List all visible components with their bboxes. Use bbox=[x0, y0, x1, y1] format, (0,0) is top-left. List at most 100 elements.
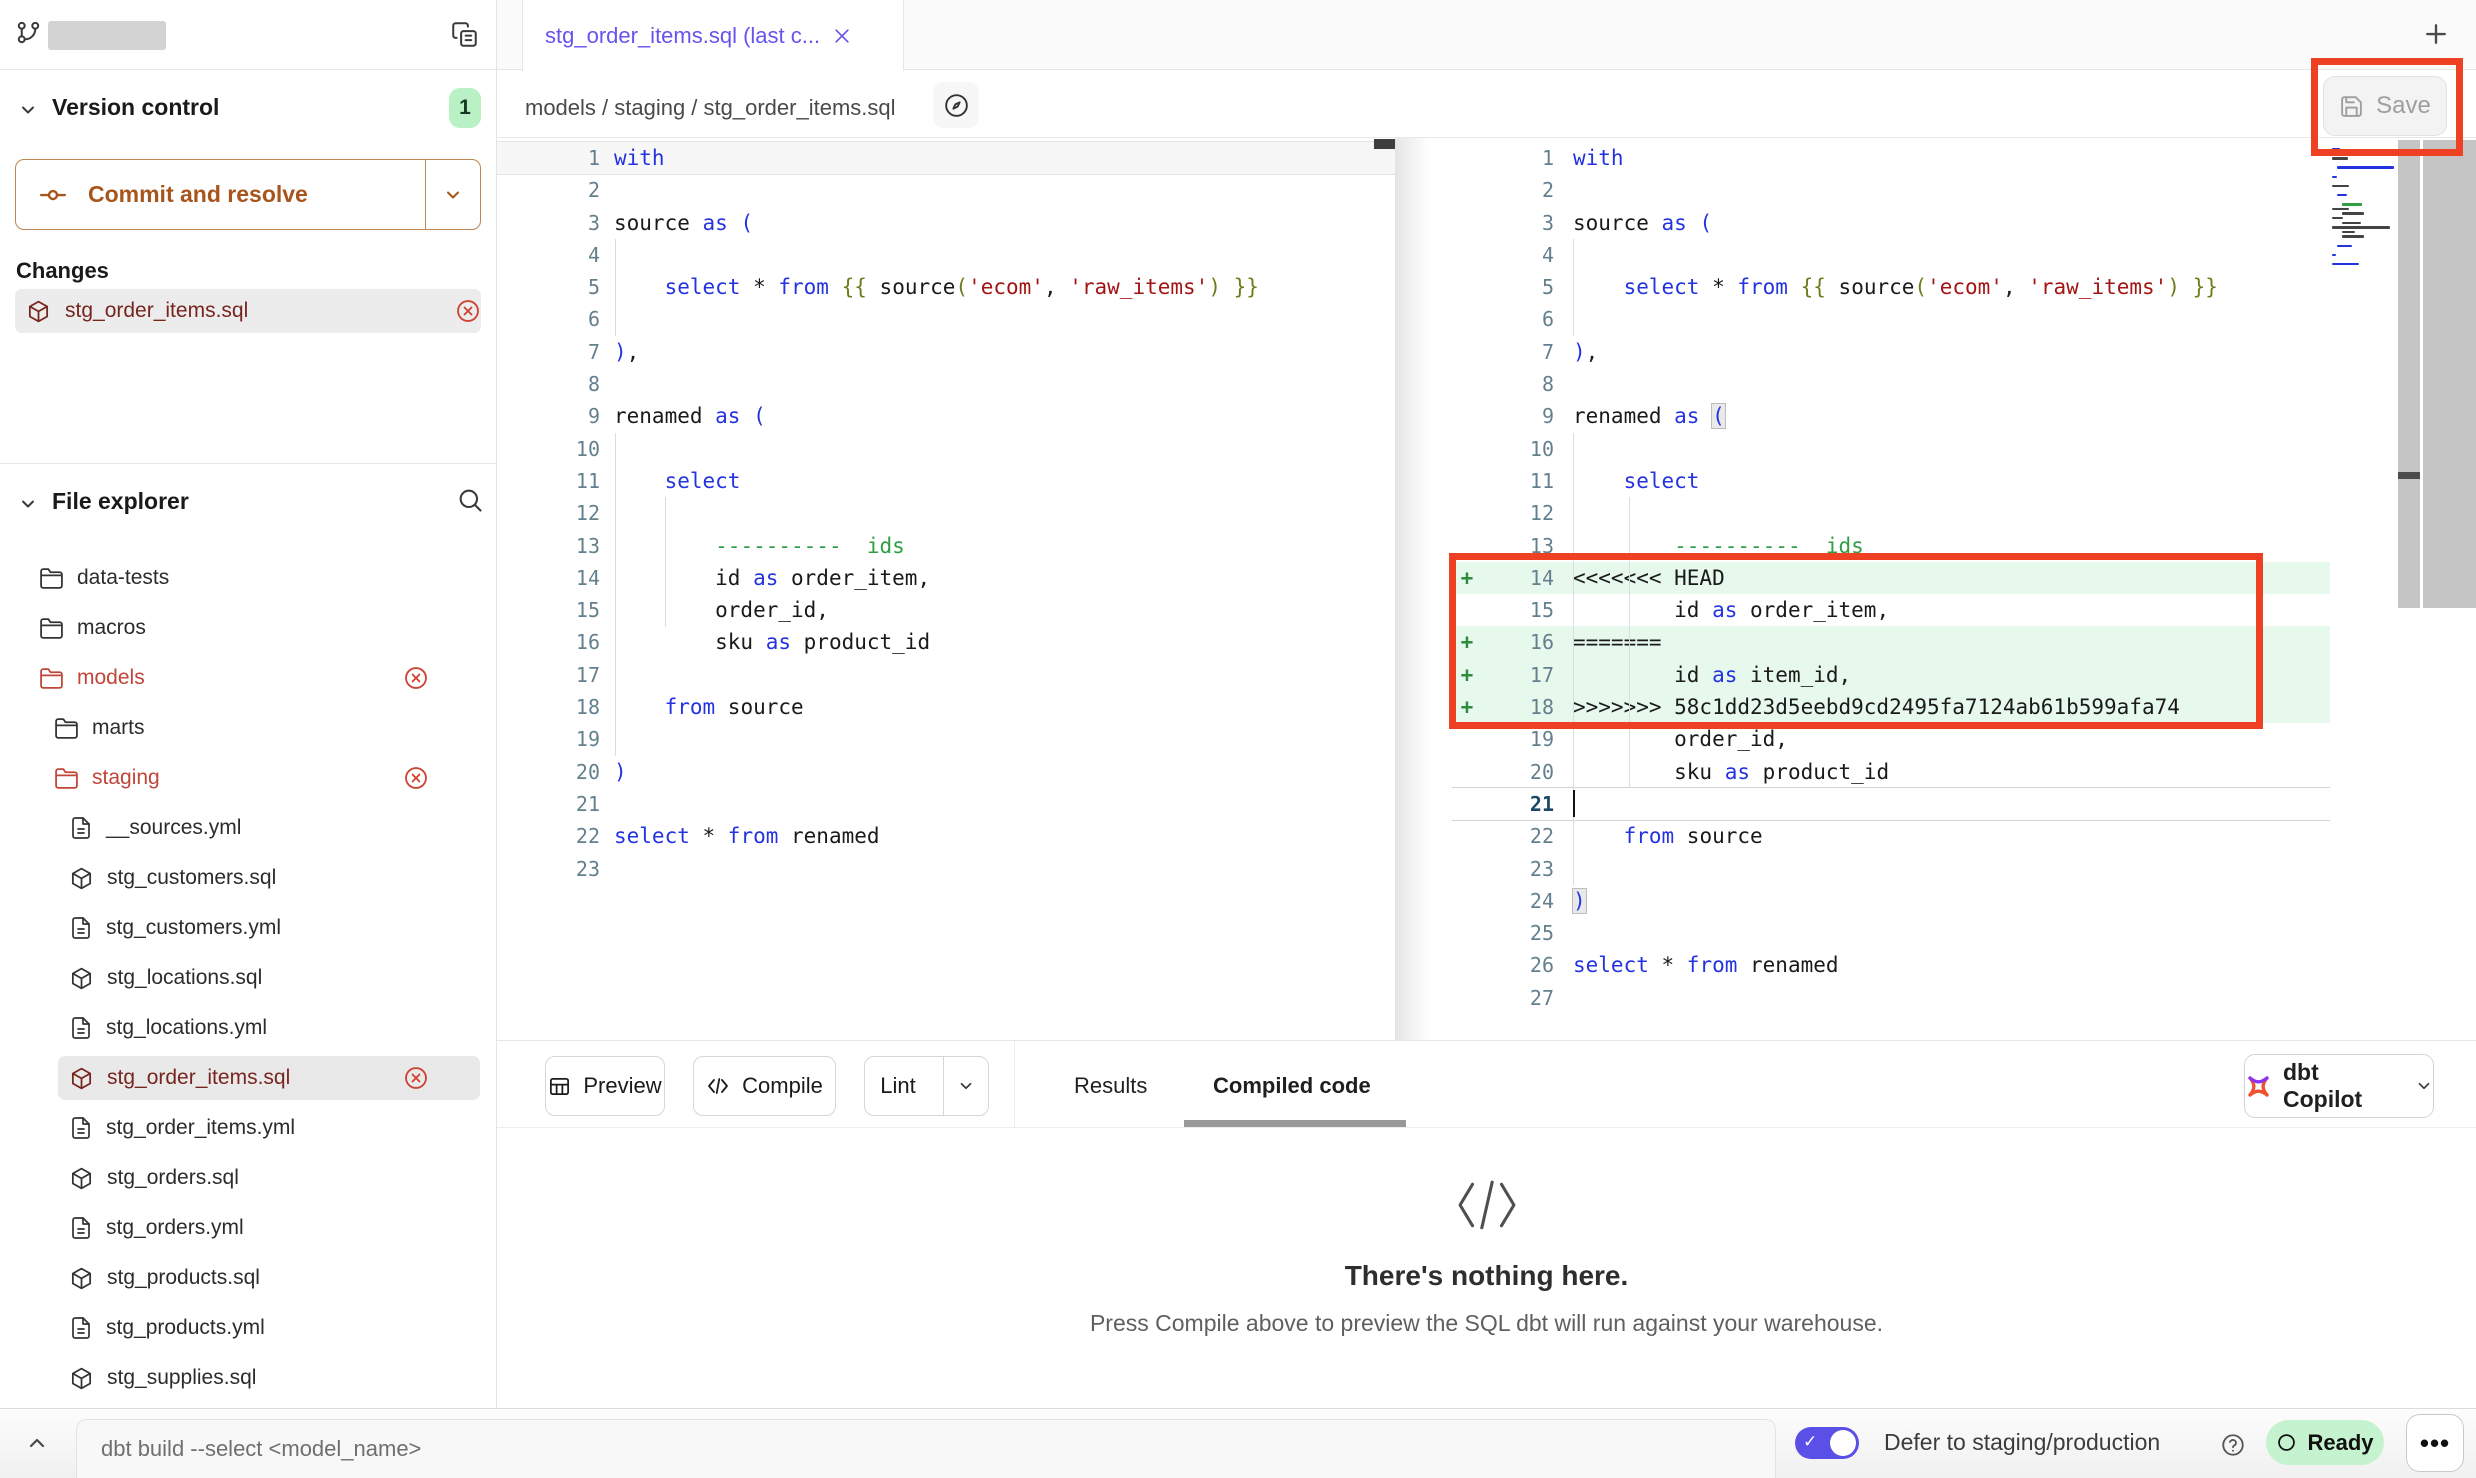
tab-results[interactable]: Results bbox=[1074, 1056, 1147, 1116]
code-line-3[interactable]: 3source as ( bbox=[497, 207, 1396, 239]
code-line-27[interactable]: 27 bbox=[1452, 982, 2330, 1014]
code-line-6[interactable]: 6 bbox=[497, 303, 1396, 335]
file-tree-item-stg-order-items-yml[interactable]: stg_order_items.yml bbox=[0, 1106, 497, 1150]
code-line-7[interactable]: 7), bbox=[497, 336, 1396, 368]
branch-name-placeholder[interactable] bbox=[48, 21, 166, 50]
file-tree-item-stg-locations-yml[interactable]: stg_locations.yml bbox=[0, 1006, 497, 1050]
code-line-21[interactable]: 21 bbox=[497, 788, 1396, 820]
code-line-7[interactable]: 7), bbox=[1452, 336, 2330, 368]
code-line-15[interactable]: 15 order_id, bbox=[497, 594, 1396, 626]
collapse-panel-icon[interactable] bbox=[14, 1420, 60, 1466]
code-line-11[interactable]: 11 select bbox=[497, 465, 1396, 497]
left-scrollbar-thumb[interactable] bbox=[1374, 139, 1395, 149]
chevron-down-icon[interactable] bbox=[18, 494, 38, 514]
discard-change-icon[interactable] bbox=[403, 1065, 429, 1091]
code-line-8[interactable]: 8 bbox=[497, 368, 1396, 400]
code-line-2[interactable]: 2 bbox=[1452, 174, 2330, 206]
code-line-1[interactable]: 1with bbox=[1452, 142, 2330, 174]
commit-and-resolve-button[interactable]: Commit and resolve bbox=[15, 159, 481, 230]
file-tree-item-stg-customers-sql[interactable]: stg_customers.sql bbox=[0, 856, 497, 900]
code-line-10[interactable]: 10 bbox=[497, 433, 1396, 465]
lint-button-group[interactable]: Lint bbox=[864, 1056, 989, 1116]
canvas-compass-button[interactable] bbox=[933, 82, 979, 128]
git-branch-icon[interactable] bbox=[15, 19, 42, 46]
code-line-12[interactable]: 12 bbox=[497, 497, 1396, 529]
dbt-copilot-button[interactable]: dbt Copilot bbox=[2244, 1054, 2434, 1118]
code-line-21[interactable]: 21 bbox=[1452, 788, 2330, 820]
changed-file-row[interactable]: stg_order_items.sql bbox=[15, 289, 481, 333]
code-line-6[interactable]: 6 bbox=[1452, 303, 2330, 335]
code-line-2[interactable]: 2 bbox=[497, 174, 1396, 206]
toolbar-separator bbox=[1014, 1041, 1015, 1127]
search-icon[interactable] bbox=[456, 486, 484, 514]
minimap[interactable] bbox=[2332, 148, 2394, 408]
file-tree-item-stg-orders-yml[interactable]: stg_orders.yml bbox=[0, 1206, 497, 1250]
code-line-26[interactable]: 26select * from renamed bbox=[1452, 949, 2330, 981]
lint-label[interactable]: Lint bbox=[865, 1073, 931, 1099]
code-line-4[interactable]: 4 bbox=[497, 239, 1396, 271]
code-line-22[interactable]: 22 from source bbox=[1452, 820, 2330, 852]
code-line-12[interactable]: 12 bbox=[1452, 497, 2330, 529]
tab-stg-order-items[interactable]: stg_order_items.sql (last c... bbox=[522, 0, 904, 71]
code-line-18[interactable]: 18 from source bbox=[497, 691, 1396, 723]
file-tree-item-stg-orders-sql[interactable]: stg_orders.sql bbox=[0, 1156, 497, 1200]
code-line-1[interactable]: 1with bbox=[497, 142, 1396, 174]
command-input[interactable]: dbt build --select <model_name> bbox=[76, 1419, 1776, 1478]
file-tree-item-stg-supplies-sql[interactable]: stg_supplies.sql bbox=[0, 1356, 497, 1400]
code-line-11[interactable]: 11 select bbox=[1452, 465, 2330, 497]
preview-button[interactable]: Preview bbox=[545, 1056, 665, 1116]
file-tree-item-data-tests[interactable]: data-tests bbox=[0, 556, 497, 600]
code-line-14[interactable]: 14 id as order_item, bbox=[497, 562, 1396, 594]
tab-close-icon[interactable] bbox=[832, 26, 852, 46]
file-tree-item-stg-customers-yml[interactable]: stg_customers.yml bbox=[0, 906, 497, 950]
discard-change-icon[interactable] bbox=[403, 665, 429, 691]
file-tree-item-staging[interactable]: staging bbox=[0, 756, 497, 800]
tab-compiled-code[interactable]: Compiled code bbox=[1213, 1056, 1371, 1116]
lint-options-dropdown[interactable] bbox=[943, 1057, 988, 1115]
code-line-16[interactable]: 16 sku as product_id bbox=[497, 626, 1396, 658]
scrollbar-thumb[interactable] bbox=[2398, 472, 2420, 479]
chevron-down-icon[interactable] bbox=[18, 100, 38, 120]
code-line-5[interactable]: 5 select * from {{ source('ecom', 'raw_i… bbox=[1452, 271, 2330, 303]
yml-icon bbox=[69, 816, 93, 840]
code-line-23[interactable]: 23 bbox=[497, 853, 1396, 885]
file-tree-item-stg-products-sql[interactable]: stg_products.sql bbox=[0, 1256, 497, 1300]
file-tree-item-models[interactable]: models bbox=[0, 656, 497, 700]
commit-options-dropdown[interactable] bbox=[425, 160, 480, 229]
more-options-button[interactable]: ••• bbox=[2406, 1414, 2464, 1472]
code-line-5[interactable]: 5 select * from {{ source('ecom', 'raw_i… bbox=[497, 271, 1396, 303]
defer-toggle[interactable]: ✓ bbox=[1795, 1427, 1859, 1459]
code-line-25[interactable]: 25 bbox=[1452, 917, 2330, 949]
file-tree-item-stg-order-items-sql[interactable]: stg_order_items.sql bbox=[0, 1056, 497, 1100]
editor-scrollbar[interactable] bbox=[2423, 140, 2476, 608]
code-line-8[interactable]: 8 bbox=[1452, 368, 2330, 400]
defer-label: Defer to staging/production bbox=[1884, 1429, 2160, 1456]
code-line-20[interactable]: 20 sku as product_id bbox=[1452, 756, 2330, 788]
discard-change-icon[interactable] bbox=[403, 765, 429, 791]
file-tree-item--sources-yml[interactable]: __sources.yml bbox=[0, 806, 497, 850]
file-tree-item-marts[interactable]: marts bbox=[0, 706, 497, 750]
editor-pane-left[interactable]: 1with23source as (45 select * from {{ so… bbox=[497, 138, 1396, 885]
file-tree-item-stg-locations-sql[interactable]: stg_locations.sql bbox=[0, 956, 497, 1000]
copy-files-icon[interactable] bbox=[451, 21, 478, 48]
file-tree-item-stg-products-yml[interactable]: stg_products.yml bbox=[0, 1306, 497, 1350]
file-tree-item-macros[interactable]: macros bbox=[0, 606, 497, 650]
code-line-4[interactable]: 4 bbox=[1452, 239, 2330, 271]
discard-change-icon[interactable] bbox=[455, 298, 481, 324]
help-icon[interactable] bbox=[2220, 1432, 2246, 1458]
code-line-24[interactable]: 24) bbox=[1452, 885, 2330, 917]
code-line-19[interactable]: 19 bbox=[497, 723, 1396, 755]
code-line-10[interactable]: 10 bbox=[1452, 433, 2330, 465]
compile-button[interactable]: Compile bbox=[693, 1056, 836, 1116]
new-tab-icon[interactable] bbox=[2421, 19, 2451, 49]
code-line-9[interactable]: 9renamed as ( bbox=[1452, 400, 2330, 432]
code-line-17[interactable]: 17 bbox=[497, 659, 1396, 691]
code-line-9[interactable]: 9renamed as ( bbox=[497, 400, 1396, 432]
code-line-20[interactable]: 20) bbox=[497, 756, 1396, 788]
code-line-13[interactable]: 13 ---------- ids bbox=[497, 530, 1396, 562]
code-line-22[interactable]: 22select * from renamed bbox=[497, 820, 1396, 852]
minimap-line bbox=[2332, 185, 2349, 187]
code-line-23[interactable]: 23 bbox=[1452, 853, 2330, 885]
minimap-scrollbar[interactable] bbox=[2398, 140, 2420, 608]
code-line-3[interactable]: 3source as ( bbox=[1452, 207, 2330, 239]
